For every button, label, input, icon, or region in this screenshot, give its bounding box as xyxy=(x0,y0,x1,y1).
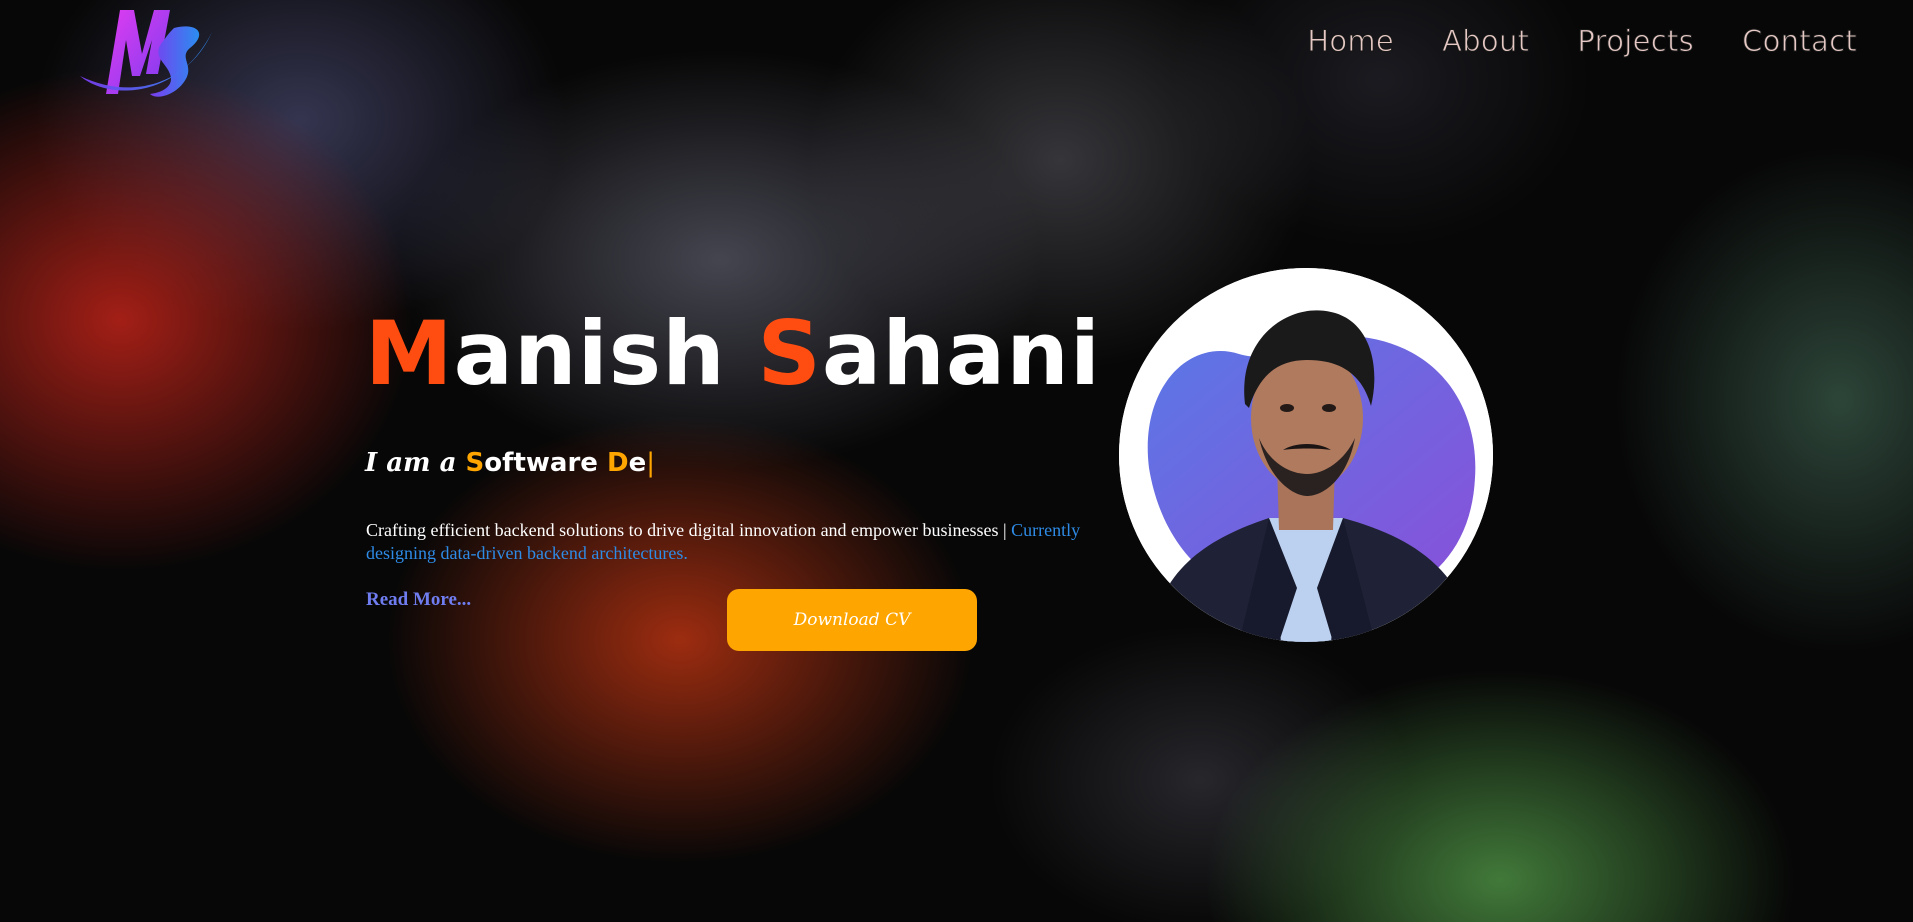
main-nav: Home About Projects Contact xyxy=(1307,24,1858,59)
profile-photo xyxy=(1119,268,1493,642)
ms-logo-icon[interactable]: MS xyxy=(78,4,216,108)
hero-description: Crafting efficient backend solutions to … xyxy=(366,519,1096,565)
nav-projects[interactable]: Projects xyxy=(1577,24,1694,59)
name-first-rest: anish xyxy=(453,302,726,405)
description-separator: | xyxy=(1003,520,1007,540)
hero-page: MS Home About Projects Contact Manish Sa… xyxy=(0,0,1913,922)
role-word-2-rest: e xyxy=(628,448,647,478)
name-last-rest: ahani xyxy=(821,302,1102,405)
hero-name: Manish Sahani xyxy=(365,310,1101,398)
nav-home[interactable]: Home xyxy=(1307,24,1395,59)
read-more-link[interactable]: Read More... xyxy=(366,589,471,611)
typing-caret: | xyxy=(646,448,655,478)
role-initial-2: D xyxy=(606,448,629,478)
role-word-1-rest: oftware xyxy=(484,448,598,478)
role-typing-line: I am a Software De| xyxy=(365,448,655,478)
download-cv-button[interactable]: Download CV xyxy=(727,589,977,651)
description-text: Crafting efficient backend solutions to … xyxy=(366,520,999,540)
name-first-initial: M xyxy=(365,302,454,405)
role-prefix: I am a xyxy=(365,448,457,478)
role-initial-1: S xyxy=(465,448,485,478)
nav-contact[interactable]: Contact xyxy=(1742,24,1858,59)
name-last-initial: S xyxy=(757,302,822,405)
nav-about[interactable]: About xyxy=(1442,24,1530,59)
